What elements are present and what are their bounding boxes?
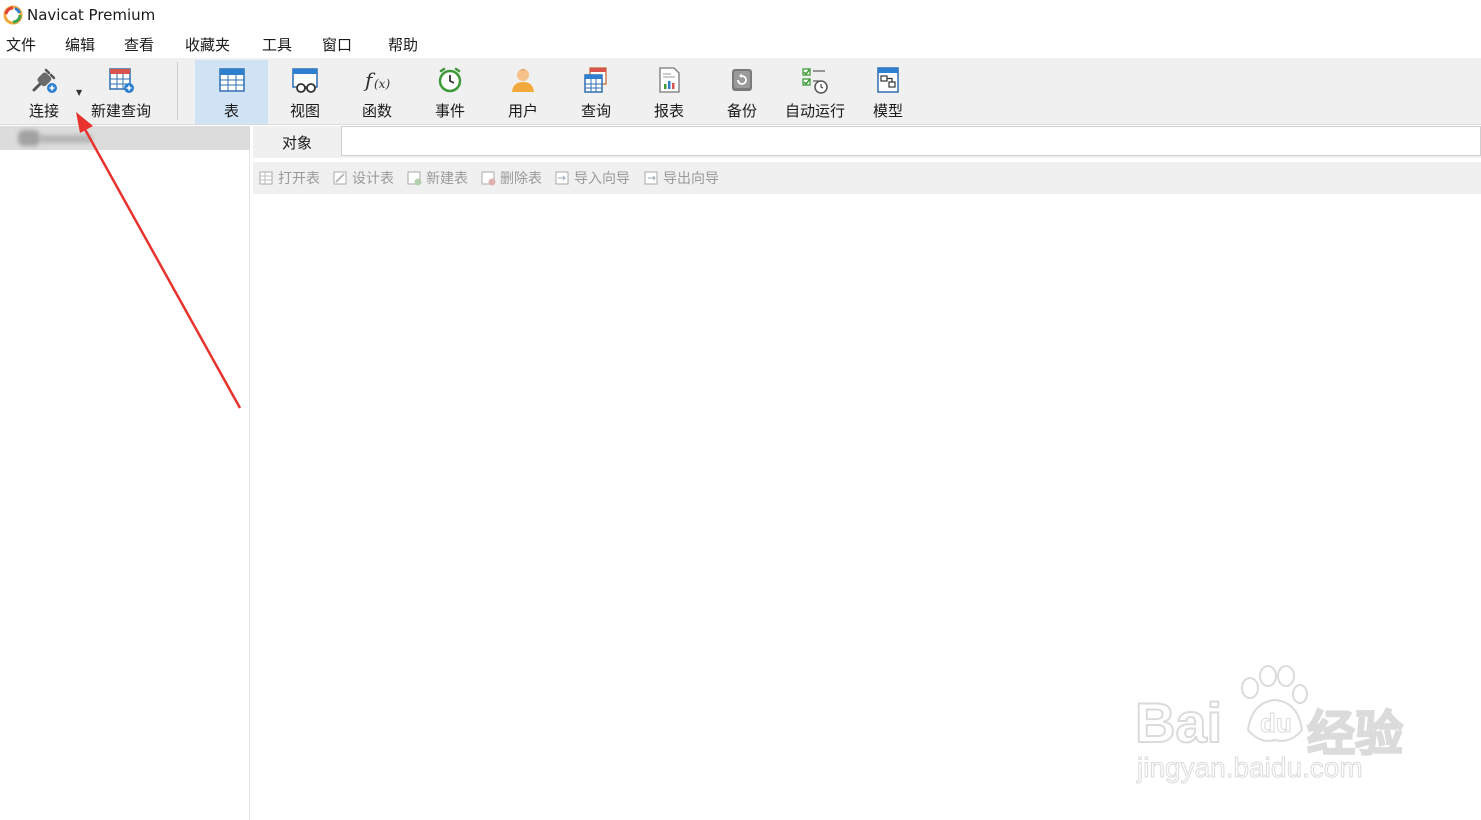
query-label: 查询 <box>580 102 611 120</box>
menu-favorites[interactable]: 收藏夹 <box>185 34 230 55</box>
user-label: 用户 <box>507 102 538 120</box>
model-icon <box>877 67 899 93</box>
import-wizard-button[interactable]: 导入向导 <box>554 168 630 188</box>
view-label: 视图 <box>289 102 320 120</box>
open-table-icon <box>259 171 273 185</box>
export-wizard-label: 导出向导 <box>663 171 719 187</box>
new-table-label: 新建表 <box>426 171 468 187</box>
plug-icon <box>32 68 57 93</box>
menu-bar: 文件 编辑 查看 收藏夹 工具 窗口 帮助 <box>0 30 1481 58</box>
connection-item[interactable] <box>0 126 250 150</box>
paw-icon: du <box>1241 665 1308 742</box>
menu-file[interactable]: 文件 <box>6 34 36 55</box>
watermark-url: jingyan.baidu.com <box>1137 752 1364 784</box>
new-table-button[interactable]: 新建表 <box>406 168 468 188</box>
design-table-button[interactable]: 设计表 <box>332 168 394 188</box>
tab-objects-label: 对象 <box>281 133 312 152</box>
automation-icon <box>802 68 828 94</box>
table-label: 表 <box>223 102 239 120</box>
window-title: Navicat Premium <box>27 6 156 24</box>
import-icon <box>555 171 569 185</box>
open-table-button[interactable]: 打开表 <box>258 168 320 188</box>
design-table-icon <box>333 171 347 185</box>
function-label: 函数 <box>361 102 392 120</box>
main-toolbar: 连接 ▼ 新建查询 表 视图 f (x) 函数 事件 用户 查询 报表 备份 自… <box>0 58 1481 125</box>
delete-table-button[interactable]: 删除表 <box>480 168 542 188</box>
menu-edit[interactable]: 编辑 <box>65 34 95 55</box>
baidu-watermark: Bai du 经验 jingyan.baidu.com <box>1134 660 1405 790</box>
open-table-label: 打开表 <box>278 171 320 187</box>
connection-tree[interactable] <box>0 126 250 820</box>
watermark-brand: Bai <box>1134 690 1223 755</box>
delete-table-icon <box>481 171 496 186</box>
svg-text:du: du <box>1260 708 1292 738</box>
navicat-logo-icon <box>3 5 23 25</box>
event-label: 事件 <box>434 102 465 120</box>
export-icon <box>644 171 658 185</box>
backup-button[interactable]: 备份 <box>707 60 777 124</box>
toolbar-separator <box>177 62 178 120</box>
backup-label: 备份 <box>726 102 757 120</box>
delete-table-label: 删除表 <box>500 171 542 187</box>
model-button[interactable]: 模型 <box>853 60 923 124</box>
menu-view[interactable]: 查看 <box>124 34 154 55</box>
svg-text:(x): (x) <box>374 77 390 91</box>
model-label: 模型 <box>872 102 903 120</box>
automation-button[interactable]: 自动运行 <box>780 60 850 124</box>
new-query-icon <box>109 68 134 93</box>
table-button[interactable]: 表 <box>195 60 268 124</box>
report-button[interactable]: 报表 <box>634 60 704 124</box>
import-wizard-label: 导入向导 <box>574 171 630 187</box>
menu-help[interactable]: 帮助 <box>388 34 418 55</box>
new-query-label: 新建查询 <box>90 102 151 120</box>
connect-button[interactable]: 连接 <box>2 60 86 124</box>
menu-window[interactable]: 窗口 <box>322 34 352 55</box>
connection-name-redacted <box>40 135 92 143</box>
automation-label: 自动运行 <box>784 102 845 120</box>
table-icon <box>218 68 245 92</box>
export-wizard-button[interactable]: 导出向导 <box>643 168 719 188</box>
report-icon <box>659 67 680 93</box>
alarm-clock-icon <box>438 67 462 93</box>
function-icon: f (x) <box>363 68 390 92</box>
view-button[interactable]: 视图 <box>270 60 340 124</box>
query-button[interactable]: 查询 <box>561 60 631 124</box>
event-button[interactable]: 事件 <box>415 60 485 124</box>
tab-bar: 对象 <box>253 126 1481 158</box>
object-toolbar: 打开表 设计表 新建表 删除表 导入向导 导出向导 <box>253 162 1481 194</box>
user-button[interactable]: 用户 <box>488 60 558 124</box>
report-label: 报表 <box>653 102 684 120</box>
new-table-icon <box>407 171 422 186</box>
new-query-button[interactable]: 新建查询 <box>88 60 154 124</box>
menu-tools[interactable]: 工具 <box>262 34 292 55</box>
title-bar: Navicat Premium <box>0 0 1481 30</box>
connection-icon <box>18 130 40 146</box>
tab-strip-empty <box>341 126 1481 156</box>
function-button[interactable]: f (x) 函数 <box>342 60 412 124</box>
view-icon <box>292 68 318 93</box>
design-table-label: 设计表 <box>352 171 394 187</box>
connect-label: 连接 <box>28 102 59 120</box>
tab-objects[interactable]: 对象 <box>253 126 341 158</box>
connect-dropdown-caret-icon[interactable]: ▼ <box>76 88 82 97</box>
user-icon <box>512 69 534 92</box>
query-icon <box>584 67 607 93</box>
backup-icon <box>732 69 752 91</box>
